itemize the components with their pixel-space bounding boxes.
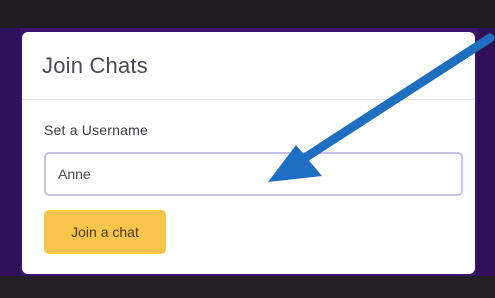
top-dark-bar — [0, 0, 495, 28]
bottom-dark-bar — [0, 276, 495, 298]
card-header: Join Chats — [22, 32, 475, 100]
username-label: Set a Username — [44, 122, 148, 138]
right-background-edge — [477, 28, 495, 276]
card-body: Set a Username Join a chat — [22, 100, 475, 254]
join-chat-button[interactable]: Join a chat — [44, 210, 166, 254]
left-background-edge — [0, 28, 20, 276]
join-chats-card: Join Chats Set a Username Join a chat — [22, 32, 475, 274]
card-title: Join Chats — [42, 52, 148, 78]
username-input[interactable] — [44, 152, 463, 196]
